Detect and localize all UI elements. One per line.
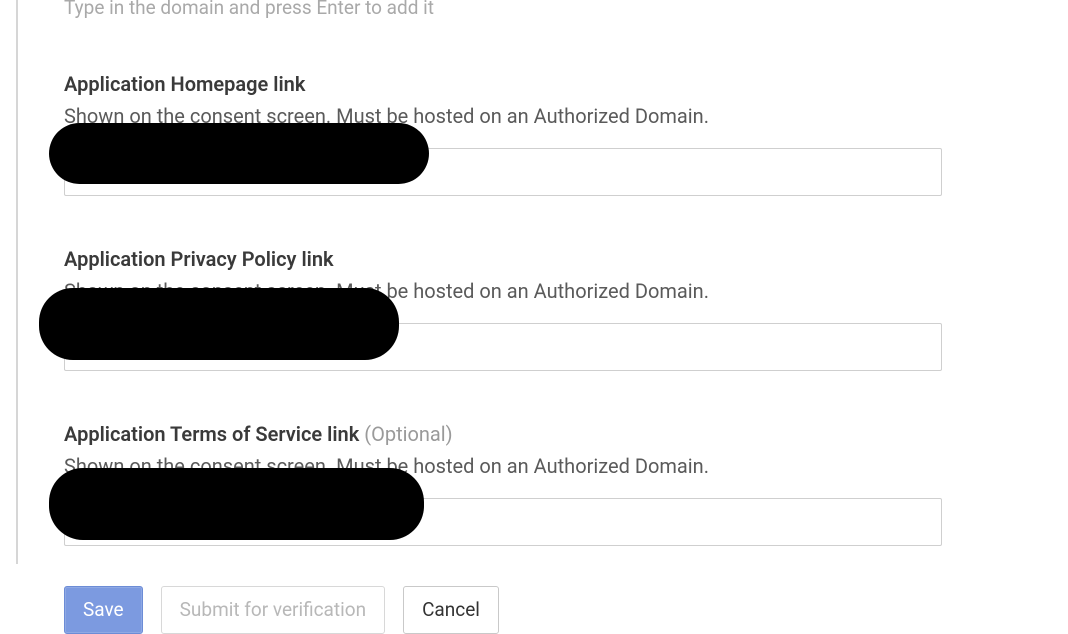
- tos-label-text: Application Terms of Service link: [64, 422, 364, 446]
- tos-input[interactable]: [64, 498, 942, 546]
- button-row: Save Submit for verification Cancel: [64, 586, 1068, 634]
- privacy-label: Application Privacy Policy link: [64, 246, 1068, 273]
- tos-optional: (Optional): [364, 422, 452, 446]
- cancel-button[interactable]: Cancel: [403, 586, 499, 634]
- privacy-desc: Shown on the consent screen. Must be hos…: [64, 277, 1068, 305]
- homepage-desc: Shown on the consent screen. Must be hos…: [64, 102, 1068, 130]
- submit-verification-button[interactable]: Submit for verification: [161, 586, 385, 634]
- homepage-input[interactable]: [64, 148, 942, 196]
- tos-label: Application Terms of Service link (Optio…: [64, 421, 1068, 448]
- privacy-input[interactable]: [64, 323, 942, 371]
- side-border: [16, 0, 18, 564]
- save-button[interactable]: Save: [64, 586, 143, 634]
- homepage-group: Application Homepage link Shown on the c…: [64, 71, 1068, 196]
- privacy-group: Application Privacy Policy link Shown on…: [64, 246, 1068, 371]
- domain-entry-hint: Type in the domain and press Enter to ad…: [64, 0, 1068, 21]
- tos-desc: Shown on the consent screen. Must be hos…: [64, 452, 1068, 480]
- homepage-label: Application Homepage link: [64, 71, 1068, 98]
- tos-group: Application Terms of Service link (Optio…: [64, 421, 1068, 546]
